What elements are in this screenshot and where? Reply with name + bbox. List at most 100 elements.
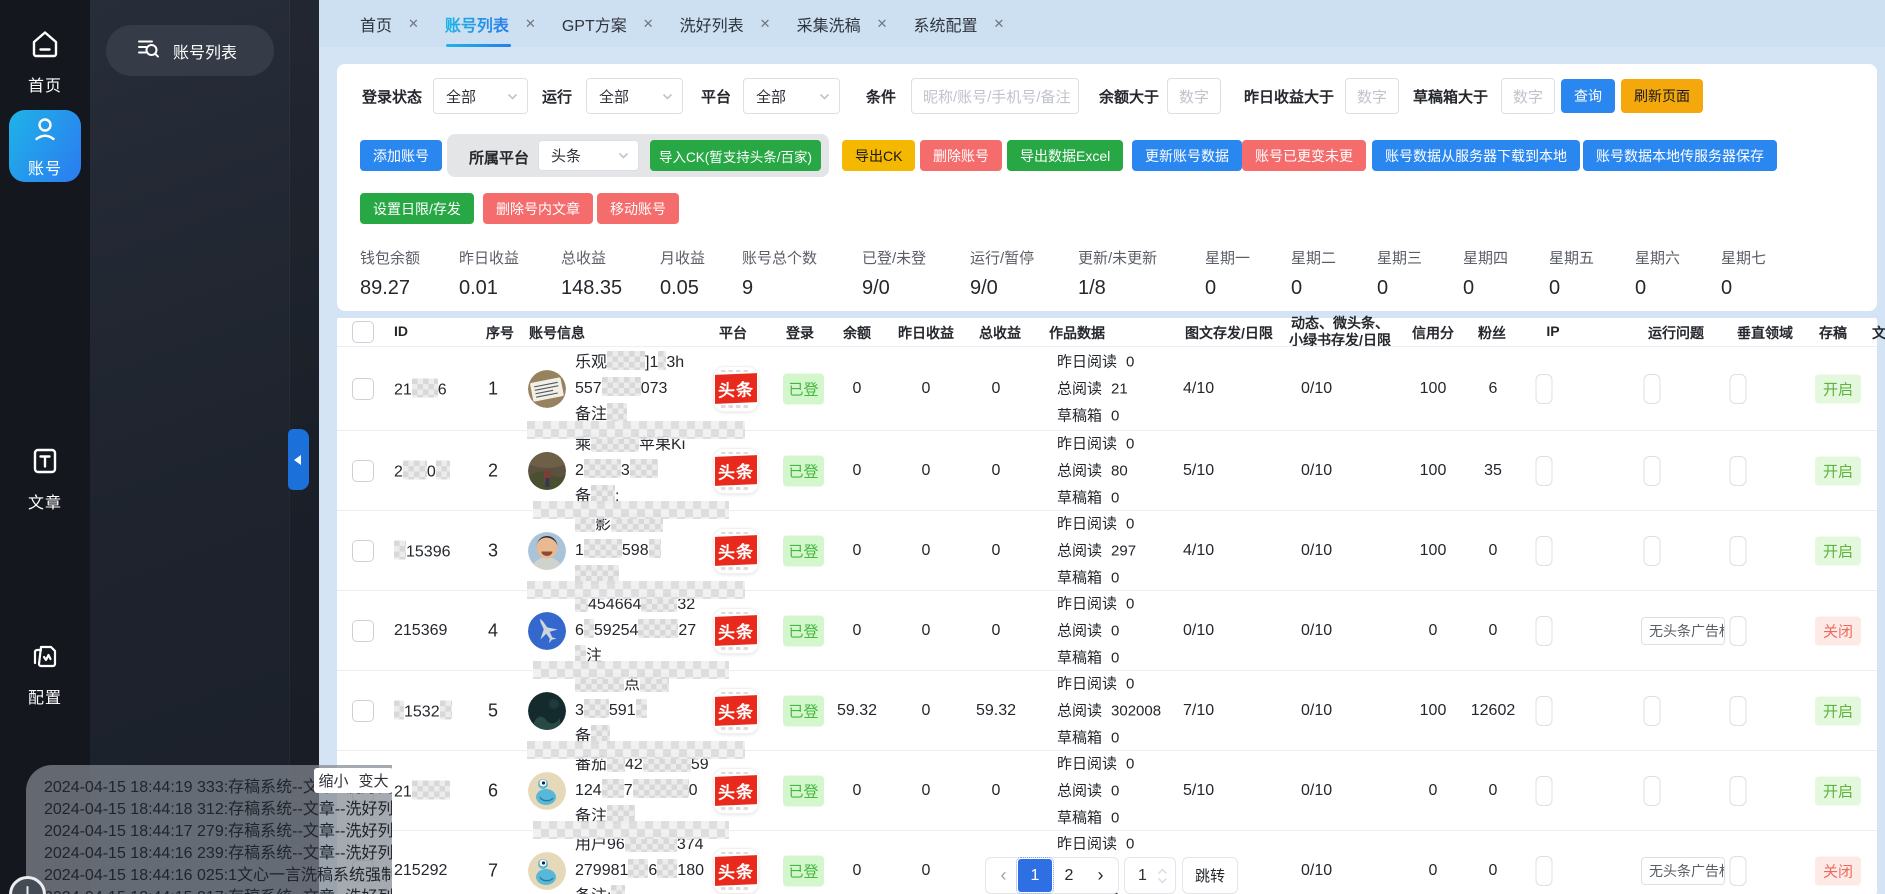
vertical-input[interactable] [1730,374,1747,404]
tab-5[interactable]: 采集洗稿 ✕ [797,0,888,47]
ip-input[interactable] [1536,536,1553,566]
row-checkbox[interactable] [352,378,374,400]
ip-input[interactable] [1536,456,1553,486]
issue-input[interactable] [1644,696,1661,726]
move-account-button[interactable]: 移动账号 [597,193,679,224]
vertical-input[interactable] [1730,776,1747,806]
sidebar-item-home[interactable]: 首页 [0,28,90,96]
next-page-arrow[interactable]: › [1086,865,1115,886]
stat-label: 昨日收益 [459,247,519,268]
page-jump-input[interactable]: 1 [1124,857,1176,894]
import-ck-button[interactable]: 导入CK(暂支持头条/百家) [650,140,821,171]
page-jump-button[interactable]: 跳转 [1182,857,1238,894]
cell-credit: 0 [1429,622,1438,640]
collapse-handle[interactable] [288,429,309,490]
vertical-input[interactable] [1730,456,1747,486]
login-status-select[interactable]: 全部 [433,78,528,114]
issue-input[interactable] [1644,536,1661,566]
row-checkbox[interactable] [352,540,374,562]
vertical-input[interactable] [1730,856,1747,886]
ip-input[interactable] [1536,616,1553,646]
stat-12: 星期四 0 [1463,247,1508,300]
sidebar-item-label: 配置 [28,684,62,708]
refresh-button[interactable]: 刷新页面 [1621,79,1703,113]
close-icon[interactable]: ✕ [994,16,1005,32]
balance-gt-input[interactable]: 数字 [1167,78,1221,114]
delete-account-button[interactable]: 删除账号 [920,140,1002,171]
login-status-value: 全部 [446,86,476,107]
log-zoom-out-button[interactable]: 缩小 [318,770,348,791]
issue-input[interactable]: 无头条广告权 [1641,857,1725,885]
row-checkbox[interactable] [352,620,374,642]
cell-credit: 0 [1429,782,1438,800]
sidebar-item-label: 首页 [28,72,62,96]
cell-account-info: 45466432 65925427 注 [575,592,696,670]
cell-works: 昨日阅读0总阅读80草稿箱0 [1057,430,1134,511]
stat-value: 0 [1463,277,1508,300]
update-account-button[interactable]: 更新账号数据 [1132,140,1242,171]
upload-to-server-button[interactable]: 账号数据本地传服务器保存 [1583,140,1777,171]
page-2[interactable]: 2 [1052,859,1086,892]
issue-input[interactable] [1644,374,1661,404]
issue-input[interactable] [1644,456,1661,486]
vertical-input[interactable] [1730,536,1747,566]
issue-input[interactable] [1644,776,1661,806]
vertical-input[interactable] [1730,616,1747,646]
close-icon[interactable]: ✕ [760,16,771,32]
ip-input[interactable] [1536,374,1553,404]
platform-select[interactable]: 全部 [743,78,840,114]
vertical-input[interactable] [1730,696,1747,726]
action-row-2: 设置日限/存发 删除号内文章 移动账号 [337,193,1877,224]
cell-account-info: 点 3591 备 [575,672,669,750]
tab-3[interactable]: GPT方案 ✕ [562,0,654,47]
download-from-server-button[interactable]: 账号数据从服务器下载到本地 [1372,140,1580,171]
history-clock-button[interactable] [9,876,46,894]
cell-balance: 59.32 [837,702,877,720]
censor-mosaic-band [527,421,745,439]
query-button[interactable]: 查询 [1561,79,1615,113]
export-ck-button[interactable]: 导出CK [842,140,915,171]
close-icon[interactable]: ✕ [408,16,419,32]
prev-page-arrow[interactable]: ‹ [989,865,1018,886]
menu-search-pill[interactable]: 账号列表 [106,25,274,76]
platform-badge-toutiao: 头条 [714,689,758,733]
tab-4[interactable]: 洗好列表 ✕ [680,0,771,47]
tab-1[interactable]: 首页 ✕ [360,0,419,47]
tab-2[interactable]: 账号列表 ✕ [445,0,536,47]
cell-balance: 0 [853,462,862,480]
draftbox-gt-input[interactable]: 数字 [1501,78,1555,114]
cell-works: 昨日阅读0总阅读302008草稿箱0 [1057,670,1161,751]
run-select[interactable]: 全部 [586,78,683,114]
close-icon[interactable]: ✕ [877,16,888,32]
set-limit-button[interactable]: 设置日限/存发 [360,193,474,224]
chevron-down-icon [506,90,519,103]
add-account-button[interactable]: 添加账号 [360,140,442,171]
log-line: 2024-04-15 18:44:18 312:存稿系统--文章--洗好列表没 [44,795,392,819]
tab-6[interactable]: 系统配置 ✕ [914,0,1005,47]
close-icon[interactable]: ✕ [525,16,536,32]
stat-value: 9 [742,277,817,300]
stat-label: 钱包余额 [360,247,420,268]
condition-input[interactable]: 昵称/账号/手机号/备注 [911,78,1079,114]
select-all-checkbox[interactable] [352,321,374,343]
sidebar-item-config[interactable]: 配置 [0,640,90,708]
log-zoom-in-button[interactable]: 变大 [359,770,389,791]
ip-input[interactable] [1536,856,1553,886]
sidebar-item-article[interactable]: 文章 [0,445,90,513]
issue-input[interactable]: 无头条广告权 [1641,617,1725,645]
platform-group-select[interactable]: 头条 [538,140,639,171]
cell-yesterday: 0 [922,782,931,800]
changed-not-updated-button[interactable]: 账号已更变未更 [1242,140,1366,171]
close-icon[interactable]: ✕ [643,16,654,32]
spinner-arrows[interactable] [1157,868,1168,884]
sidebar-item-account[interactable]: 账号 [9,110,81,182]
export-excel-button[interactable]: 导出数据Excel [1007,140,1123,171]
ip-input[interactable] [1536,696,1553,726]
row-checkbox[interactable] [352,700,374,722]
yesterday-gt-input[interactable]: 数字 [1345,78,1399,114]
ip-input[interactable] [1536,776,1553,806]
page-1[interactable]: 1 [1018,859,1052,892]
works-line: 草稿箱0 [1057,804,1134,831]
row-checkbox[interactable] [352,460,374,482]
delete-articles-button[interactable]: 删除号内文章 [483,193,593,224]
